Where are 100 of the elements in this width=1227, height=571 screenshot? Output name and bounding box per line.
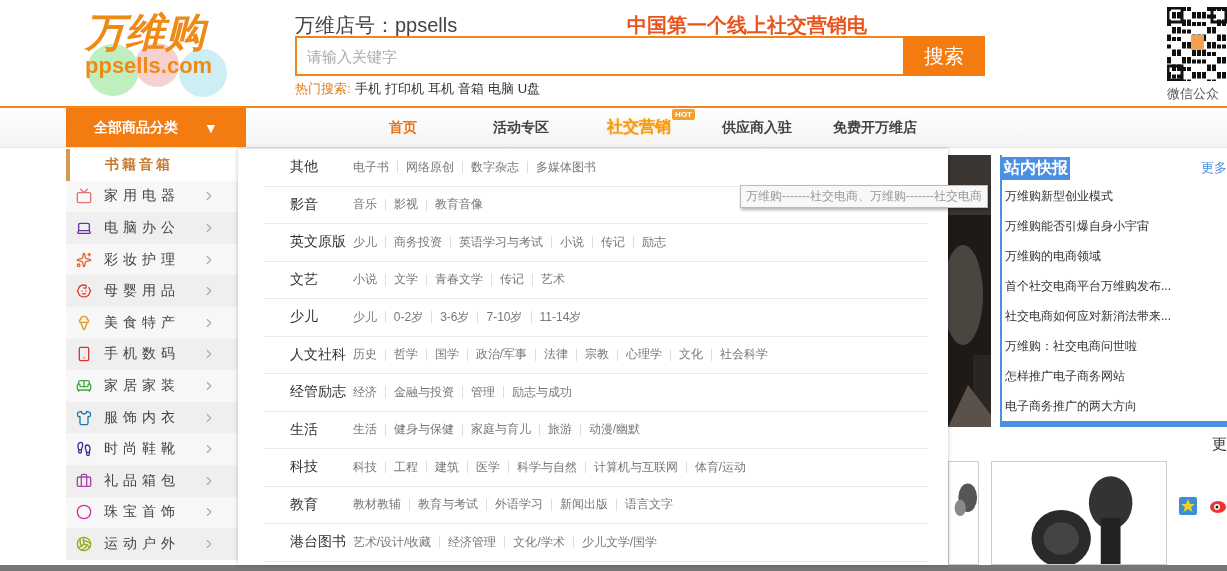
- subcategory-link[interactable]: 外语学习: [494, 496, 543, 514]
- subcategory-link[interactable]: 文学: [393, 271, 418, 289]
- subcategory-link[interactable]: 英语学习与考试: [458, 233, 543, 251]
- subcategory-link[interactable]: 数字杂志: [470, 158, 519, 176]
- subcategory-link[interactable]: 计算机与互联网: [593, 458, 678, 476]
- subcategory-link[interactable]: 经济管理: [448, 533, 497, 551]
- category-item[interactable]: 家居家装: [66, 370, 238, 402]
- subcategory-link[interactable]: 小说: [559, 233, 584, 251]
- subcategory-link[interactable]: 7-10岁: [486, 308, 523, 326]
- subcategory-link[interactable]: 宗教: [585, 346, 610, 364]
- news-link[interactable]: 万维购新型创业模式: [1002, 181, 1227, 211]
- subcategory-link[interactable]: 文化: [679, 346, 704, 364]
- subcategory-link[interactable]: 艺术: [540, 271, 565, 289]
- hot-search-link[interactable]: 手机: [354, 80, 381, 98]
- subcategory-link[interactable]: 心理学: [626, 346, 663, 364]
- subcategory-link[interactable]: 青春文学: [434, 271, 483, 289]
- subcategory-link[interactable]: 教材教辅: [352, 496, 401, 514]
- category-item[interactable]: 电脑办公: [66, 212, 238, 244]
- hot-search-link[interactable]: 打印机: [384, 80, 424, 98]
- subcategory-link[interactable]: 励志与成功: [511, 383, 572, 401]
- subcategory-link[interactable]: 科技: [352, 458, 377, 476]
- subcategory-link[interactable]: 传记: [499, 271, 524, 289]
- category-item[interactable]: 运动户外: [66, 528, 238, 560]
- subcategory-link[interactable]: 传记: [600, 233, 625, 251]
- nav-link[interactable]: 免费开万维店: [833, 118, 917, 137]
- subcategory-link[interactable]: 国学: [434, 346, 459, 364]
- category-item[interactable]: 时尚鞋靴: [66, 433, 238, 465]
- subcategory-link[interactable]: 11-14岁: [539, 308, 582, 326]
- qr-caption: 微信公众: [1167, 85, 1219, 103]
- subcategory-link[interactable]: 管理: [470, 383, 495, 401]
- subcategory-link[interactable]: 音乐: [352, 196, 377, 214]
- hot-search-link[interactable]: 耳机: [427, 80, 454, 98]
- category-item[interactable]: 彩妆护理: [66, 243, 238, 276]
- news-link[interactable]: 电子商务推广的两大方向: [1002, 391, 1227, 421]
- subcategory-link[interactable]: 影视: [393, 196, 418, 214]
- category-item[interactable]: 服饰内衣: [66, 401, 238, 434]
- subcategory-link[interactable]: 0-2岁: [393, 308, 424, 326]
- subcategory-link[interactable]: 经济: [352, 383, 377, 401]
- subcategory-link[interactable]: 旅游: [547, 421, 572, 439]
- news-link[interactable]: 首个社交电商平台万维购发布...: [1002, 271, 1227, 301]
- category-item[interactable]: 美食特产: [66, 306, 238, 339]
- sparkles-icon: [76, 251, 92, 268]
- nav-link[interactable]: 活动专区: [493, 118, 549, 137]
- briefcase-icon: [76, 472, 92, 489]
- subcategory-link[interactable]: 法律: [544, 346, 569, 364]
- subcategory-link[interactable]: 网络原创: [405, 158, 454, 176]
- news-link[interactable]: 万维购：社交电商问世啦: [1002, 331, 1227, 361]
- subcategory-link[interactable]: 工程: [393, 458, 418, 476]
- category-item[interactable]: 母婴用品: [66, 275, 238, 307]
- more-link[interactable]: 更: [1212, 434, 1227, 454]
- hot-search-link[interactable]: U盘: [517, 80, 540, 98]
- subcategory-link[interactable]: 少儿: [352, 233, 377, 251]
- tv-icon: [76, 188, 92, 205]
- category-item[interactable]: 手机数码: [66, 338, 238, 371]
- news-link[interactable]: 万维购能否引爆自身小宇宙: [1002, 211, 1227, 241]
- hot-search-label: 热门搜索:: [295, 80, 351, 98]
- subcategory-link[interactable]: 家庭与育儿: [470, 421, 531, 439]
- news-link[interactable]: 怎样推广电子商务网站: [1002, 361, 1227, 391]
- subcategory-link[interactable]: 科学与自然: [516, 458, 577, 476]
- subcategory-link[interactable]: 艺术/设计/收藏: [352, 533, 432, 551]
- subcategory-link[interactable]: 教育与考试: [417, 496, 478, 514]
- subcategory-link[interactable]: 多媒体图书: [535, 158, 596, 176]
- subcategory-link[interactable]: 社会科学: [720, 346, 769, 364]
- subcategory-link[interactable]: 金融与投资: [393, 383, 454, 401]
- subcategory-link[interactable]: 文化/学术: [513, 533, 565, 551]
- subcategory-link[interactable]: 少儿文学/国学: [581, 533, 658, 551]
- subcategory-link[interactable]: 电子书: [352, 158, 389, 176]
- news-link[interactable]: 社交电商如何应对新消法带来...: [1002, 301, 1227, 331]
- subcategory-link[interactable]: 励志: [641, 233, 666, 251]
- subcategory-link[interactable]: 商务投资: [393, 233, 442, 251]
- search-field[interactable]: 请输入关键字: [295, 36, 903, 76]
- subcategory-link[interactable]: 政治/军事: [475, 346, 528, 364]
- subcategory-link[interactable]: 医学: [475, 458, 500, 476]
- subcategory-link[interactable]: 少儿: [352, 308, 377, 326]
- subcategory-link[interactable]: 哲学: [393, 346, 418, 364]
- subcategory-link[interactable]: 语言文字: [624, 496, 673, 514]
- hot-search-link[interactable]: 电脑: [487, 80, 514, 98]
- category-title: 生活: [288, 420, 319, 439]
- category-item[interactable]: 珠宝首饰: [66, 496, 238, 529]
- subcategory-link[interactable]: 体育/运动: [694, 458, 747, 476]
- news-link[interactable]: 万维购的电商领域: [1002, 241, 1227, 271]
- subcategory-link[interactable]: 健身与保健: [393, 421, 454, 439]
- nav-link[interactable]: 首页: [389, 118, 417, 137]
- nav-link[interactable]: 供应商入驻: [722, 118, 792, 137]
- subcategory-link[interactable]: 新闻出版: [559, 496, 608, 514]
- category-menu-button[interactable]: 全部商品分类 ▼: [66, 108, 246, 147]
- hot-search-link[interactable]: 音箱: [457, 80, 484, 98]
- category-title: 英文原版: [288, 233, 347, 252]
- search-button[interactable]: 搜索: [903, 36, 985, 76]
- subcategory-link[interactable]: 建筑: [434, 458, 459, 476]
- subcategory-link[interactable]: 生活: [352, 421, 377, 439]
- subcategory-link[interactable]: 小说: [352, 271, 377, 289]
- subcategory-link[interactable]: 历史: [352, 346, 377, 364]
- subcategory-link[interactable]: 3-6岁: [440, 308, 470, 326]
- star-icon[interactable]: [1179, 497, 1197, 515]
- subcategory-link[interactable]: 动漫/幽默: [588, 421, 641, 439]
- category-item[interactable]: 家用电器: [66, 180, 238, 213]
- more-link[interactable]: 更多: [1201, 159, 1227, 177]
- category-item[interactable]: 礼品箱包: [66, 464, 238, 497]
- subcategory-link[interactable]: 教育音像: [434, 196, 483, 214]
